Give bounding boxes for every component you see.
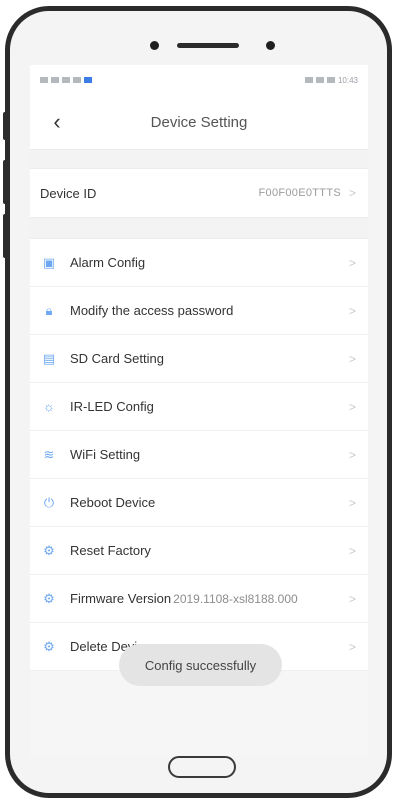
firmware-gear-icon: ⚙ <box>43 590 55 606</box>
settings-item-label: Modify the access password <box>70 303 234 318</box>
phone-top-bezel <box>10 11 387 65</box>
settings-item-label: Reboot Device <box>70 495 156 510</box>
settings-item-label: IR-LED Config <box>70 399 154 414</box>
app-notification-icon <box>84 77 92 83</box>
firmware-version-value: 2019.1108-xsl8188.000 <box>173 591 298 606</box>
settings-item-label: Reset Factory <box>70 543 151 558</box>
settings-item-label: Alarm Config <box>70 255 146 270</box>
status-bar: 10:43 <box>30 65 368 95</box>
chevron-right-icon: > <box>348 303 356 318</box>
chevron-right-icon: > <box>348 399 356 414</box>
section-gap <box>30 150 368 168</box>
device-id-row[interactable]: Device ID F00F00E0TTTS > <box>30 168 368 218</box>
settings-item-modify-password[interactable]: 🔒︎ Modify the access password > <box>30 287 368 335</box>
chevron-right-icon: > <box>348 639 356 654</box>
status-time: 10:43 <box>337 75 358 85</box>
chevron-right-icon: > <box>348 186 356 200</box>
chevron-right-icon: > <box>348 447 356 462</box>
notification-icon <box>73 77 81 83</box>
settings-item-firmware-version[interactable]: ⚙ Firmware Version 2019.1108-xsl8188.000… <box>30 575 368 623</box>
settings-item-alarm-config[interactable]: ▣ Alarm Config > <box>30 239 368 287</box>
back-button[interactable]: ‹ <box>44 109 70 135</box>
alarm-icon: ▣ <box>42 254 56 270</box>
settings-item-reboot[interactable]: ⏻ Reboot Device > <box>30 479 368 527</box>
wifi-icon: ≋ <box>43 446 55 462</box>
nav-bar: ‹ Device Setting <box>30 95 368 150</box>
settings-item-label: WiFi Setting <box>70 447 141 462</box>
reset-gear-icon: ⚙ <box>43 542 55 558</box>
proximity-sensor <box>266 41 275 50</box>
front-camera <box>150 41 159 50</box>
chevron-right-icon: > <box>348 591 356 606</box>
delete-gear-icon: ⚙ <box>43 638 55 654</box>
settings-item-sd-card[interactable]: ▤ SD Card Setting > <box>30 335 368 383</box>
status-right-icons: 10:43 <box>304 75 358 85</box>
back-chevron-icon: ‹ <box>53 109 61 134</box>
lock-icon: 🔒︎ <box>45 302 53 318</box>
vibrate-icon <box>315 77 324 83</box>
device-id-label: Device ID <box>40 185 97 201</box>
chevron-right-icon: > <box>348 495 356 510</box>
chevron-right-icon: > <box>348 543 356 558</box>
status-left-icons <box>40 77 92 83</box>
wifi-status-icon <box>62 77 70 83</box>
chevron-right-icon: > <box>348 255 356 270</box>
home-button[interactable] <box>168 756 236 778</box>
settings-item-wifi[interactable]: ≋ WiFi Setting > <box>30 431 368 479</box>
earpiece-speaker <box>177 43 239 48</box>
device-id-value: F00F00E0TTTS <box>258 187 341 199</box>
section-gap <box>30 218 368 238</box>
sim-icon <box>40 77 48 83</box>
signal-icon <box>51 77 59 83</box>
settings-item-ir-led[interactable]: ☼ IR-LED Config > <box>30 383 368 431</box>
sd-card-icon: ▤ <box>42 350 56 366</box>
ir-led-icon: ☼ <box>43 399 55 414</box>
battery-icon <box>326 77 335 83</box>
settings-item-label: SD Card Setting <box>70 351 164 366</box>
settings-item-reset-factory[interactable]: ⚙ Reset Factory > <box>30 527 368 575</box>
settings-list: ▣ Alarm Config > 🔒︎ Modify the access pa… <box>30 238 368 671</box>
nfc-icon <box>304 77 313 83</box>
toast-message: Config successfully <box>119 644 282 686</box>
power-icon: ⏻ <box>43 494 55 510</box>
chevron-right-icon: > <box>348 351 356 366</box>
page-title: Device Setting <box>150 113 248 131</box>
toast-text: Config successfully <box>144 657 257 673</box>
settings-item-label: Firmware Version <box>70 591 172 606</box>
